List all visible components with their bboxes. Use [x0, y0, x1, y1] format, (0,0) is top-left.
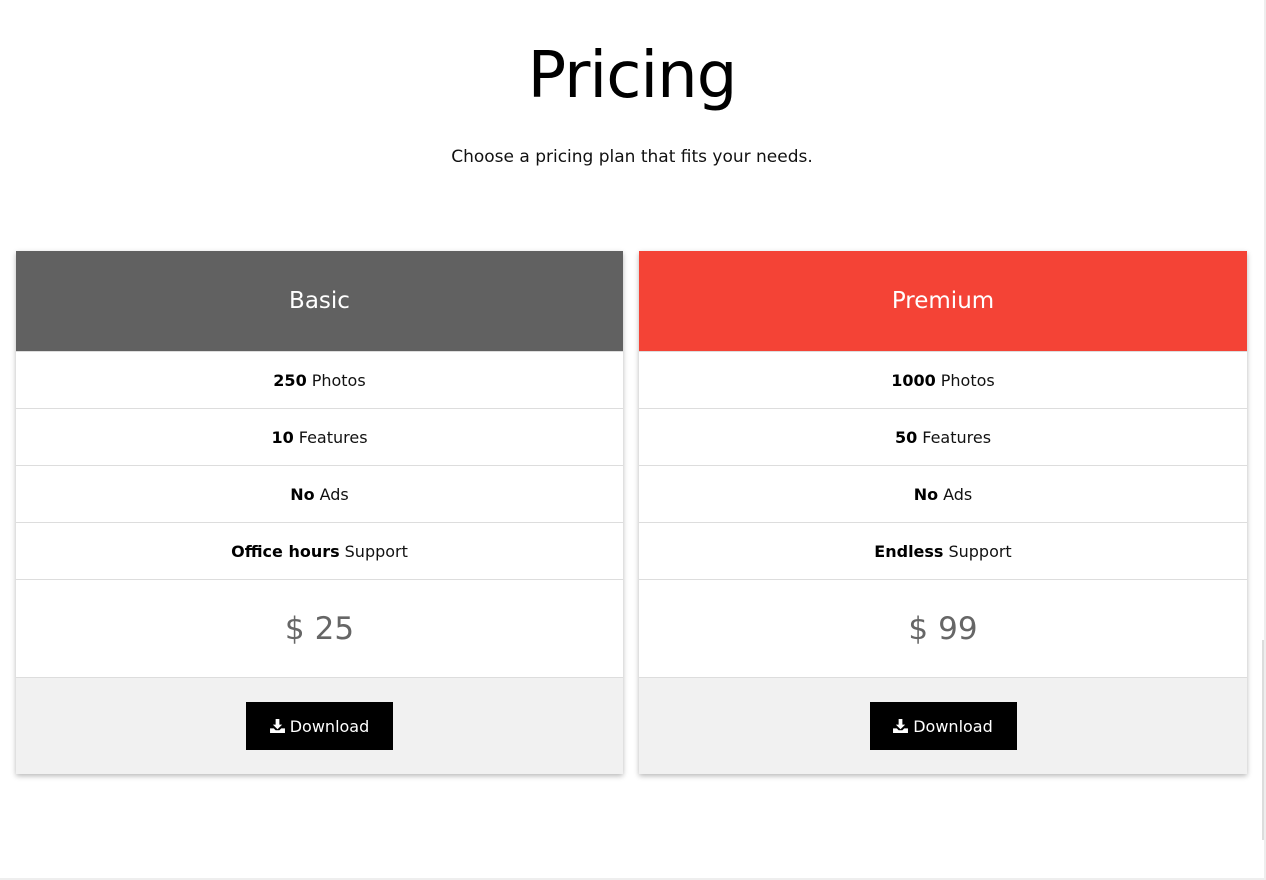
feature-value: 250	[273, 370, 307, 390]
download-button-label: Download	[913, 716, 993, 736]
price-currency: $	[284, 610, 305, 647]
feature-row: No Ads	[16, 465, 623, 522]
feature-value: No	[913, 484, 939, 504]
page-title: Pricing	[527, 39, 738, 113]
plan-header: Premium	[639, 251, 1247, 351]
feature-row: 250 Photos	[16, 351, 623, 408]
feature-row: Endless Support	[639, 522, 1247, 579]
feature-row: Office hours Support	[16, 522, 623, 579]
plan-footer: Download	[16, 677, 623, 774]
plan-header: Basic	[16, 251, 623, 351]
feature-value: Office hours	[231, 541, 340, 561]
feature-label: Features	[298, 427, 368, 447]
download-icon	[893, 719, 909, 733]
plan-price: $ 25	[16, 579, 623, 677]
price-amount: 25	[314, 610, 355, 647]
plan-name: Basic	[289, 288, 350, 314]
feature-value: 1000	[891, 370, 936, 390]
feature-label: Features	[922, 427, 992, 447]
feature-value: No	[290, 484, 315, 504]
pricing-page: Pricing Choose a pricing plan that fits …	[0, 0, 1266, 880]
feature-label: Photos	[940, 370, 995, 390]
download-button[interactable]: Download	[246, 702, 393, 750]
price-currency: $	[908, 610, 929, 647]
download-icon	[269, 719, 285, 733]
feature-label: Ads	[319, 484, 349, 504]
page-subtitle: Choose a pricing plan that fits your nee…	[451, 147, 813, 167]
feature-row: 10 Features	[16, 408, 623, 465]
feature-row: No Ads	[639, 465, 1247, 522]
feature-label: Support	[344, 541, 408, 561]
price-amount: 99	[938, 610, 978, 647]
feature-label: Support	[948, 541, 1012, 561]
plan-price: $ 99	[639, 579, 1247, 677]
feature-value: 50	[894, 427, 918, 447]
feature-value: 10	[271, 427, 294, 447]
pricing-card-premium: Premium 1000 Photos 50 Features No Ads E…	[639, 251, 1247, 774]
pricing-card-basic: Basic 250 Photos 10 Features No Ads Offi…	[16, 251, 623, 774]
download-button[interactable]: Download	[869, 702, 1017, 750]
plan-name: Premium	[891, 288, 995, 314]
feature-value: Endless	[874, 541, 944, 561]
feature-label: Photos	[311, 370, 366, 390]
feature-row: 1000 Photos	[639, 351, 1247, 408]
download-button-label: Download	[289, 716, 370, 736]
feature-row: 50 Features	[639, 408, 1247, 465]
plan-footer: Download	[639, 677, 1247, 774]
feature-label: Ads	[943, 484, 973, 504]
scrollbar[interactable]	[1262, 640, 1264, 840]
